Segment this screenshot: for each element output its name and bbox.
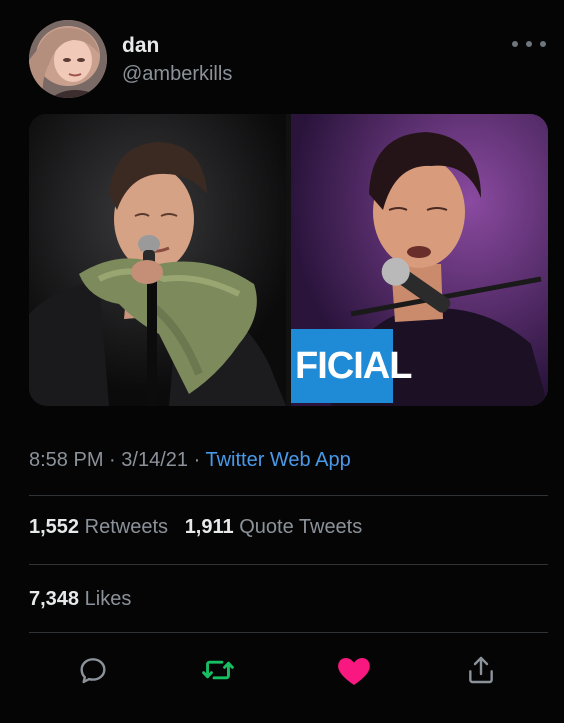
retweet-button[interactable] (198, 648, 238, 692)
likes-stats: 7,348 Likes (29, 588, 131, 611)
tweet-media: FICIAL (29, 114, 548, 406)
more-options-button[interactable] (512, 34, 546, 54)
avatar[interactable] (29, 20, 107, 98)
quote-tweets-count: 1,911 (184, 516, 234, 538)
tweet-date[interactable]: 3/14/21 (121, 449, 188, 471)
quote-tweets-stat[interactable]: 1,911 Quote Tweets (185, 516, 363, 538)
retweets-stat[interactable]: 1,552 Retweets (29, 516, 174, 538)
like-button[interactable] (334, 648, 374, 692)
tweet-source-link[interactable]: Twitter Web App (205, 449, 350, 471)
tweet-action-bar (0, 648, 564, 694)
display-name[interactable]: dan (122, 34, 159, 58)
tweet-detail-screen: dan @amberkills FICIAL 8:58 PM · 3/14/21… (0, 0, 564, 723)
likes-label: Likes (84, 588, 132, 610)
media-photo-right[interactable]: FICIAL (291, 114, 548, 406)
more-dot-icon (526, 41, 532, 47)
divider (29, 632, 548, 633)
media-photo-left[interactable] (29, 114, 286, 406)
more-dot-icon (540, 41, 546, 47)
meta-separator: · (193, 449, 201, 471)
divider (29, 564, 548, 565)
tweet-meta: 8:58 PM · 3/14/21 · Twitter Web App (29, 449, 351, 472)
meta-separator: · (109, 449, 116, 471)
reply-button[interactable] (73, 648, 113, 692)
likes-count: 7,348 (29, 588, 80, 610)
like-icon (338, 658, 370, 685)
more-dot-icon (512, 41, 518, 47)
retweet-icon (202, 660, 234, 680)
reply-icon (80, 658, 106, 684)
retweets-label: Retweets (84, 516, 168, 538)
tweet-time[interactable]: 8:58 PM (29, 449, 103, 471)
quote-tweets-label: Quote Tweets (239, 516, 363, 538)
share-icon (469, 656, 493, 684)
retweet-stats: 1,552 Retweets 1,911 Quote Tweets (29, 516, 362, 539)
user-handle[interactable]: @amberkills (122, 63, 232, 86)
likes-stat[interactable]: 7,348 Likes (29, 588, 131, 610)
divider (29, 495, 548, 496)
overlay-text: FICIAL (291, 329, 412, 403)
retweets-count: 1,552 (29, 516, 80, 538)
share-button[interactable] (461, 648, 501, 692)
